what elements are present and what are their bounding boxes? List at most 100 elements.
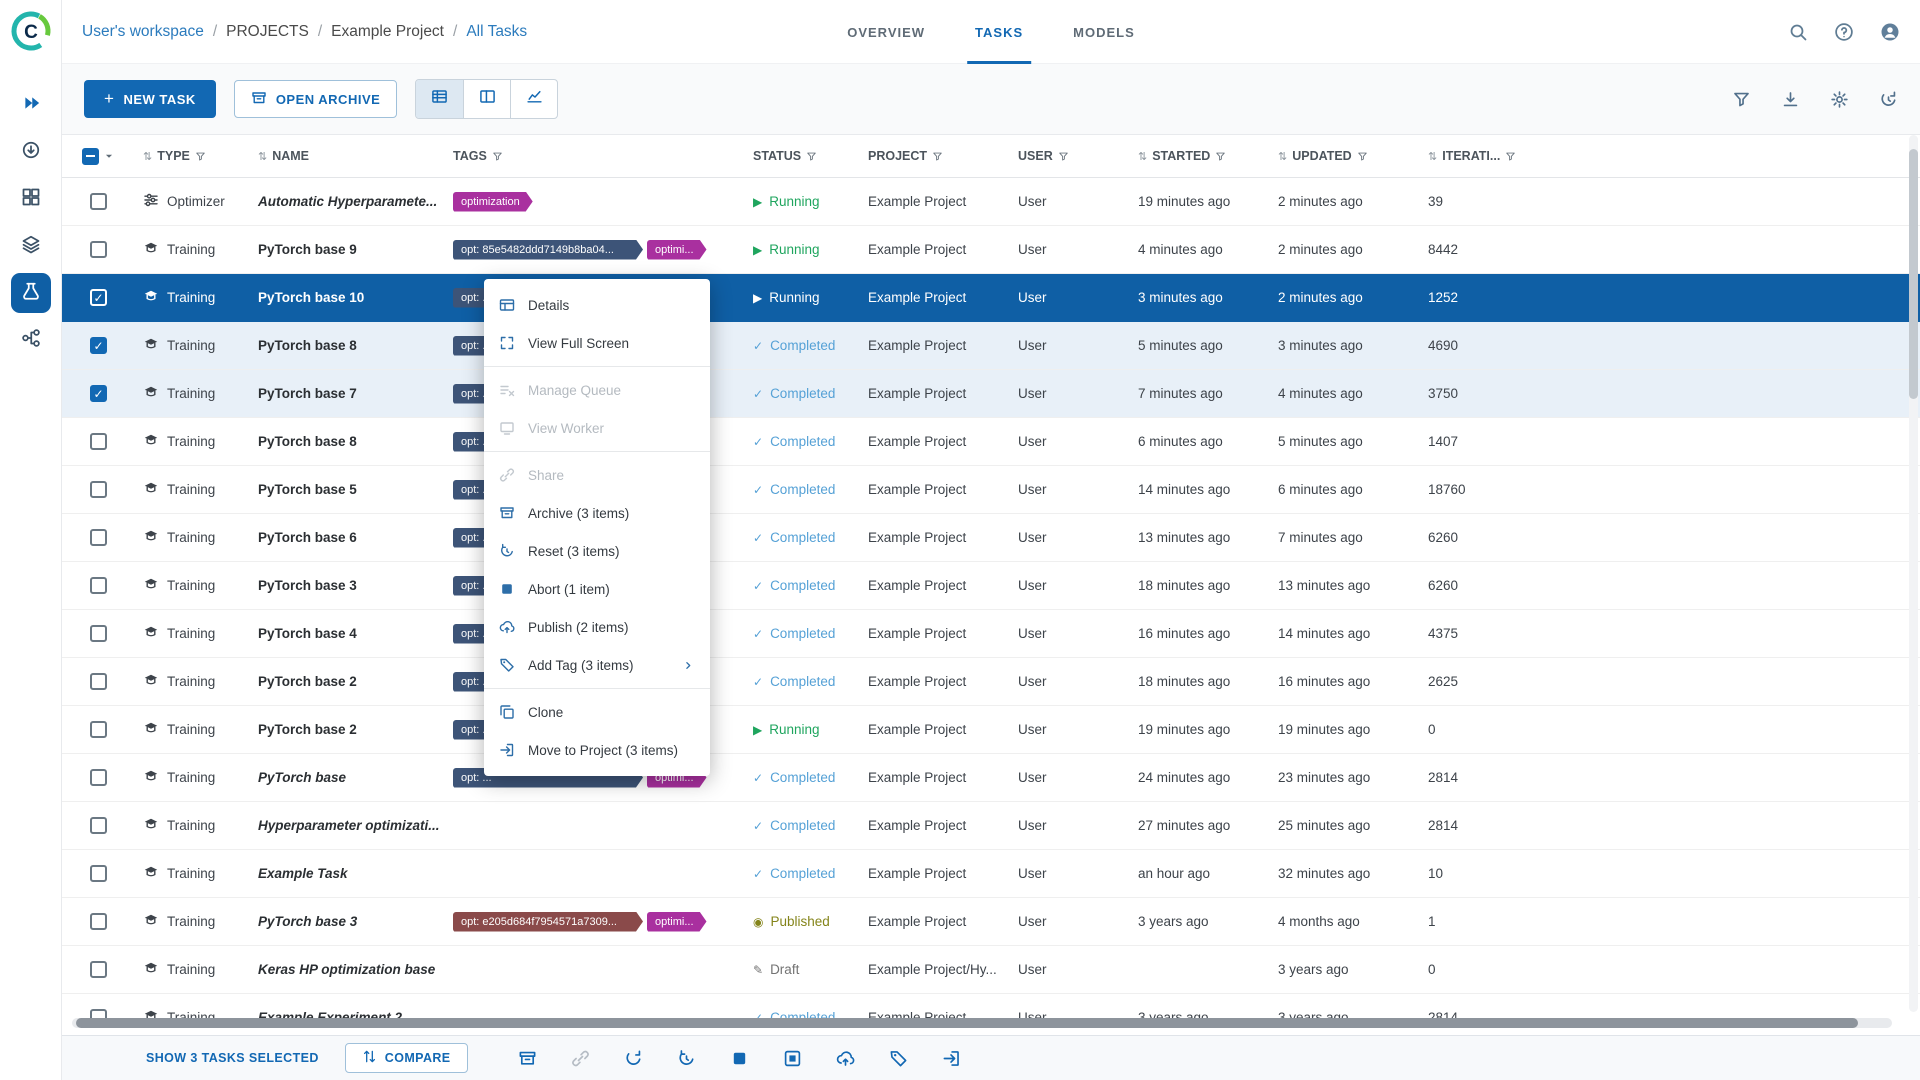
sidebar-item-datasets[interactable] <box>11 132 51 172</box>
abort-all-icon[interactable] <box>783 1049 802 1068</box>
row-checkbox[interactable] <box>90 577 107 594</box>
menu-item-publish-2-items[interactable]: Publish (2 items) <box>484 608 710 646</box>
row-checkbox[interactable] <box>90 481 107 498</box>
table-row[interactable]: TrainingPyTorch base 10opt: ...optimi...… <box>62 274 1920 322</box>
vertical-scrollbar-thumb[interactable] <box>1909 149 1918 399</box>
column-header-iterations[interactable]: ⇅ ITERATI... <box>1420 149 1560 163</box>
avatar-icon[interactable] <box>1880 22 1900 42</box>
row-checkbox[interactable] <box>90 673 107 690</box>
download-icon[interactable] <box>1781 90 1800 109</box>
task-name-cell[interactable]: Keras HP optimization base <box>250 962 445 977</box>
sidebar-item-hyper-datasets[interactable] <box>11 226 51 266</box>
tab-overview[interactable]: OVERVIEW <box>829 0 943 64</box>
tab-tasks[interactable]: TASKS <box>957 0 1041 64</box>
table-row[interactable]: TrainingPyTorch base 6opt: ...optimi...✓… <box>62 514 1920 562</box>
column-header-tags[interactable]: TAGS <box>445 149 745 163</box>
sidebar-item-pipelines[interactable] <box>11 320 51 360</box>
filter-icon[interactable] <box>1505 151 1516 162</box>
gear-icon[interactable] <box>1830 90 1849 109</box>
task-name-cell[interactable]: PyTorch base 2 <box>250 674 445 689</box>
row-checkbox[interactable] <box>90 961 107 978</box>
menu-item-add-tag-3-items[interactable]: Add Tag (3 items) <box>484 646 710 684</box>
task-name-cell[interactable]: Hyperparameter optimizati... <box>250 818 445 833</box>
reset-icon[interactable] <box>677 1049 696 1068</box>
selected-count-label[interactable]: SHOW 3 TASKS SELECTED <box>146 1051 319 1065</box>
menu-item-details[interactable]: Details <box>484 286 710 324</box>
vertical-scrollbar[interactable] <box>1909 135 1918 1012</box>
column-header-name[interactable]: ⇅ NAME <box>250 149 445 163</box>
task-name-cell[interactable]: PyTorch base 10 <box>250 290 445 305</box>
table-row[interactable]: TrainingPyTorch base 2opt: ...optimi...✓… <box>62 658 1920 706</box>
row-checkbox[interactable] <box>90 193 107 210</box>
row-checkbox[interactable] <box>90 769 107 786</box>
select-all-checkbox[interactable] <box>81 147 99 165</box>
filter-icon[interactable] <box>195 151 206 162</box>
filter-icon[interactable] <box>1058 151 1069 162</box>
row-checkbox[interactable] <box>90 529 107 546</box>
tag-pill[interactable]: optimi... <box>647 912 707 932</box>
compare-button[interactable]: COMPARE <box>344 1043 468 1073</box>
task-name-cell[interactable]: PyTorch base <box>250 770 445 785</box>
row-checkbox[interactable] <box>90 337 107 354</box>
table-row[interactable]: TrainingPyTorch base 4opt: ...optimi...✓… <box>62 610 1920 658</box>
new-task-button[interactable]: + NEW TASK <box>84 80 216 118</box>
help-icon[interactable] <box>1834 22 1854 42</box>
task-name-cell[interactable]: PyTorch base 8 <box>250 434 445 449</box>
sidebar-item-reports[interactable] <box>11 179 51 219</box>
filter-icon[interactable] <box>806 151 817 162</box>
table-row[interactable]: Training Example Task ✓ Completed Example Pr… <box>62 850 1920 898</box>
filter-icon[interactable] <box>932 151 943 162</box>
menu-item-move-to-project-3-items[interactable]: Move to Project (3 items) <box>484 731 710 769</box>
move-icon[interactable] <box>942 1049 961 1068</box>
tab-models[interactable]: MODELS <box>1055 0 1153 64</box>
horizontal-scrollbar-thumb[interactable] <box>76 1018 1858 1028</box>
table-row[interactable]: TrainingPyTorch base 8opt: ...optimi...✓… <box>62 418 1920 466</box>
menu-item-clone[interactable]: Clone <box>484 693 710 731</box>
search-icon[interactable] <box>1788 22 1808 42</box>
menu-item-archive-3-items[interactable]: Archive (3 items) <box>484 494 710 532</box>
archive-icon[interactable] <box>518 1049 537 1068</box>
sort-icon[interactable]: ⇅ <box>143 150 152 163</box>
clearml-logo-icon[interactable]: C <box>10 10 52 52</box>
menu-item-reset-3-items[interactable]: Reset (3 items) <box>484 532 710 570</box>
filter-icon[interactable] <box>1357 151 1368 162</box>
column-header-status[interactable]: STATUS <box>745 149 860 163</box>
task-name-cell[interactable]: Example Task <box>250 866 445 881</box>
breadcrumb-item[interactable]: All Tasks <box>466 23 527 41</box>
row-checkbox[interactable] <box>90 817 107 834</box>
column-header-type[interactable]: ⇅ TYPE <box>135 149 250 163</box>
table-row[interactable]: Training PyTorch base opt: ... optimi... ✓ Co… <box>62 754 1920 802</box>
filter-icon[interactable] <box>1732 90 1751 109</box>
tag-pill[interactable]: optimization <box>453 192 533 212</box>
chevron-down-icon[interactable] <box>102 149 116 163</box>
column-header-updated[interactable]: ⇅ UPDATED <box>1270 149 1420 163</box>
row-checkbox[interactable] <box>90 913 107 930</box>
filter-icon[interactable] <box>492 151 503 162</box>
column-header-started[interactable]: ⇅ STARTED <box>1130 149 1270 163</box>
task-name-cell[interactable]: PyTorch base 4 <box>250 626 445 641</box>
task-name-cell[interactable]: Automatic Hyperparamete... <box>250 194 445 209</box>
row-checkbox[interactable] <box>90 241 107 258</box>
add-tag-icon[interactable] <box>889 1049 908 1068</box>
column-header-project[interactable]: PROJECT <box>860 149 1010 163</box>
row-checkbox[interactable] <box>90 385 107 402</box>
table-row[interactable]: Training Keras HP optimization base ✎ Draft… <box>62 946 1920 994</box>
task-name-cell[interactable]: PyTorch base 3 <box>250 578 445 593</box>
menu-item-abort-1-item[interactable]: Abort (1 item) <box>484 570 710 608</box>
task-name-cell[interactable]: PyTorch base 9 <box>250 242 445 257</box>
tag-pill[interactable]: opt: 85e5482ddd7149b8ba04... <box>453 240 643 260</box>
task-name-cell[interactable]: PyTorch base 2 <box>250 722 445 737</box>
tag-pill[interactable]: optimi... <box>647 240 707 260</box>
tag-pill[interactable]: opt: e205d684f7954571a7309... <box>453 912 643 932</box>
table-row[interactable]: Training PyTorch base 9 opt: 85e5482ddd714… <box>62 226 1920 274</box>
table-row[interactable]: TrainingPyTorch base 7opt: ...optimi...✓… <box>62 370 1920 418</box>
task-name-cell[interactable]: PyTorch base 5 <box>250 482 445 497</box>
sort-icon[interactable]: ⇅ <box>258 150 267 163</box>
sort-icon[interactable]: ⇅ <box>1428 150 1437 163</box>
filter-icon[interactable] <box>1215 151 1226 162</box>
horizontal-scrollbar[interactable] <box>72 1018 1892 1028</box>
table-row[interactable]: Training PyTorch base 3 opt: e205d684f7954… <box>62 898 1920 946</box>
row-checkbox[interactable] <box>90 433 107 450</box>
table-row[interactable]: TrainingPyTorch base 2opt: ...optimi...▶… <box>62 706 1920 754</box>
view-toggle-chart[interactable] <box>510 80 557 118</box>
